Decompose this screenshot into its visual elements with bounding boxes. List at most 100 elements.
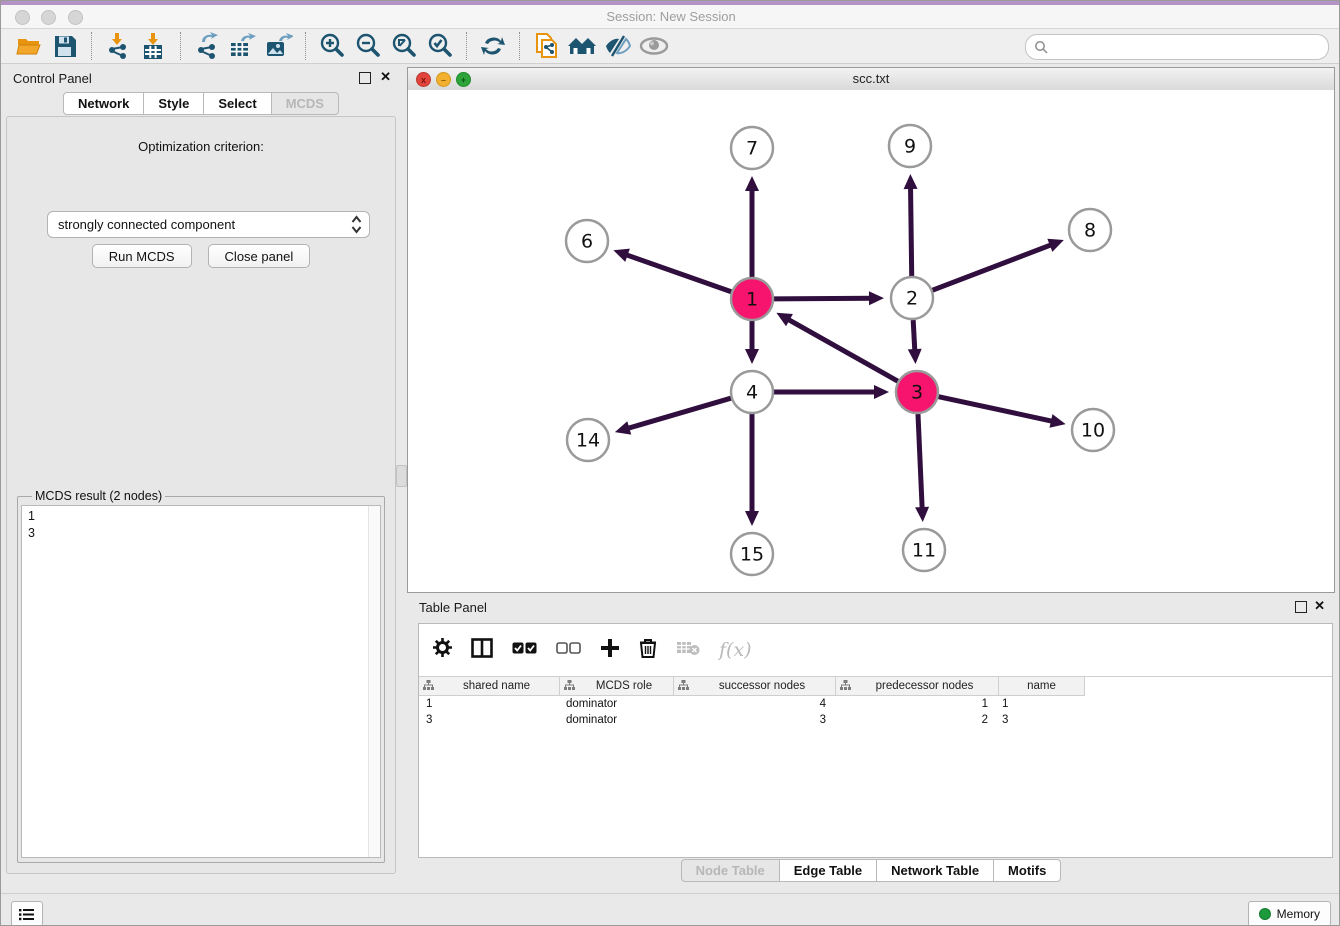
zoom-fit-icon[interactable] (389, 32, 419, 60)
column-header-MCDS-role[interactable]: MCDS role (560, 677, 674, 696)
tab-network-table[interactable]: Network Table (876, 859, 994, 882)
export-network-icon[interactable] (192, 32, 222, 60)
result-scrollbar[interactable] (368, 506, 380, 857)
export-image-icon[interactable] (264, 32, 294, 60)
svg-text:14: 14 (576, 430, 600, 452)
zoom-in-icon[interactable] (317, 32, 347, 60)
table-cell[interactable]: 1 (995, 696, 1080, 712)
graph-node-2[interactable]: 2 (891, 277, 933, 319)
graph-node-6[interactable]: 6 (566, 220, 608, 262)
toolbar-separator (91, 32, 92, 60)
table-row[interactable]: 3dominator323 (419, 712, 1332, 728)
edge-3-1[interactable] (786, 318, 898, 381)
deselect-all-icon[interactable] (556, 641, 581, 660)
table-cell[interactable]: dominator (559, 712, 672, 728)
export-table-icon[interactable] (228, 32, 258, 60)
float-window-icon[interactable] (359, 72, 371, 84)
delete-column-icon[interactable] (639, 638, 657, 663)
mcds-panel: Optimization criterion: strongly connect… (6, 116, 396, 874)
control-panel: Control Panel ✕ NetworkStyleSelectMCDS O… (1, 64, 401, 881)
select-all-icon[interactable] (512, 641, 537, 660)
graph-node-8[interactable]: 8 (1069, 209, 1111, 251)
table-panel-title: Table Panel (419, 600, 487, 615)
control-panel-header: Control Panel ✕ (1, 64, 401, 92)
table-cell[interactable]: 2 (833, 712, 995, 728)
svg-text:2: 2 (906, 288, 918, 310)
show-all-icon[interactable] (639, 32, 669, 60)
table-cell[interactable]: dominator (559, 696, 672, 712)
edge-2-8[interactable] (933, 244, 1054, 290)
tab-motifs[interactable]: Motifs (993, 859, 1061, 882)
import-network-icon[interactable] (103, 32, 133, 60)
edge-3-11[interactable] (918, 414, 922, 511)
graph-node-4[interactable]: 4 (731, 371, 773, 413)
edge-arrowhead (904, 174, 918, 189)
table-cell[interactable]: 3 (672, 712, 833, 728)
tab-node-table[interactable]: Node Table (681, 859, 780, 882)
close-panel-icon[interactable]: ✕ (1314, 599, 1325, 613)
table-panel: Table Panel ✕ (407, 593, 1335, 893)
edge-4-14[interactable] (625, 398, 730, 429)
table-row[interactable]: 1dominator411 (419, 696, 1332, 712)
memory-button[interactable]: Memory (1248, 901, 1331, 926)
graph-node-10[interactable]: 10 (1072, 409, 1114, 451)
column-header-predecessor-nodes[interactable]: predecessor nodes (836, 677, 999, 696)
save-session-icon[interactable] (50, 32, 80, 60)
duplicate-network-icon[interactable] (531, 32, 561, 60)
criterion-dropdown[interactable]: strongly connected component (47, 211, 370, 238)
network-canvas[interactable]: 7 9 6 8 1 2 4 3 14 10 15 11 (408, 90, 1334, 592)
close-panel-icon[interactable]: ✕ (380, 70, 391, 84)
tab-mcds[interactable]: MCDS (271, 92, 339, 115)
column-header-name[interactable]: name (999, 677, 1085, 696)
edge-2-3[interactable] (913, 320, 915, 353)
table-cell[interactable]: 1 (833, 696, 995, 712)
open-session-icon[interactable] (14, 32, 44, 60)
vertical-splitter-handle[interactable] (396, 465, 407, 487)
task-history-button[interactable] (11, 901, 43, 926)
tab-select[interactable]: Select (203, 92, 271, 115)
mcds-result-list[interactable]: 13 (21, 505, 381, 858)
column-header-shared-name[interactable]: shared name (419, 677, 560, 696)
add-column-icon[interactable] (600, 638, 620, 663)
graph-node-14[interactable]: 14 (567, 419, 609, 461)
float-window-icon[interactable] (1295, 601, 1307, 613)
search-input[interactable] (1053, 39, 1328, 55)
toggle-panel-icon[interactable] (471, 638, 493, 663)
graph-node-7[interactable]: 7 (731, 127, 773, 169)
edge-3-10[interactable] (939, 397, 1055, 422)
table-cell[interactable]: 1 (419, 696, 559, 712)
edge-1-6[interactable] (624, 254, 731, 292)
run-mcds-button[interactable]: Run MCDS (92, 244, 192, 268)
tab-edge-table[interactable]: Edge Table (779, 859, 877, 882)
mcds-result-line: 1 (28, 508, 374, 525)
edge-arrowhead (1049, 414, 1065, 428)
column-header-successor-nodes[interactable]: successor nodes (674, 677, 836, 696)
settings-gear-icon[interactable] (433, 638, 452, 662)
import-table-icon[interactable] (139, 32, 169, 60)
table-cell[interactable]: 4 (672, 696, 833, 712)
memory-status-icon (1259, 908, 1271, 920)
zoom-selected-icon[interactable] (425, 32, 455, 60)
apply-layout-icon[interactable] (478, 32, 508, 60)
close-panel-button[interactable]: Close panel (208, 244, 311, 268)
tab-style[interactable]: Style (143, 92, 204, 115)
tab-network[interactable]: Network (63, 92, 144, 115)
svg-text:4: 4 (746, 382, 758, 404)
zoom-out-icon[interactable] (353, 32, 383, 60)
network-canvas-svg: 7 9 6 8 1 2 4 3 14 10 15 11 (408, 90, 1334, 592)
graph-node-1[interactable]: 1 (731, 278, 773, 320)
graph-node-9[interactable]: 9 (889, 125, 931, 167)
edge-2-9[interactable] (911, 185, 912, 276)
edge-1-2[interactable] (774, 298, 873, 299)
network-window-titlebar[interactable]: x – + scc.txt (408, 68, 1334, 91)
table-cell[interactable]: 3 (419, 712, 559, 728)
home-icon[interactable] (567, 32, 597, 60)
graph-node-11[interactable]: 11 (903, 529, 945, 571)
graph-node-3[interactable]: 3 (896, 371, 938, 413)
graph-node-15[interactable]: 15 (731, 533, 773, 575)
mcds-result-group: MCDS result (2 nodes) 13 (17, 489, 385, 863)
search-box[interactable] (1025, 34, 1329, 60)
table-cell[interactable]: 3 (995, 712, 1080, 728)
hide-selected-icon[interactable] (603, 32, 633, 60)
edge-arrowhead (869, 291, 884, 305)
